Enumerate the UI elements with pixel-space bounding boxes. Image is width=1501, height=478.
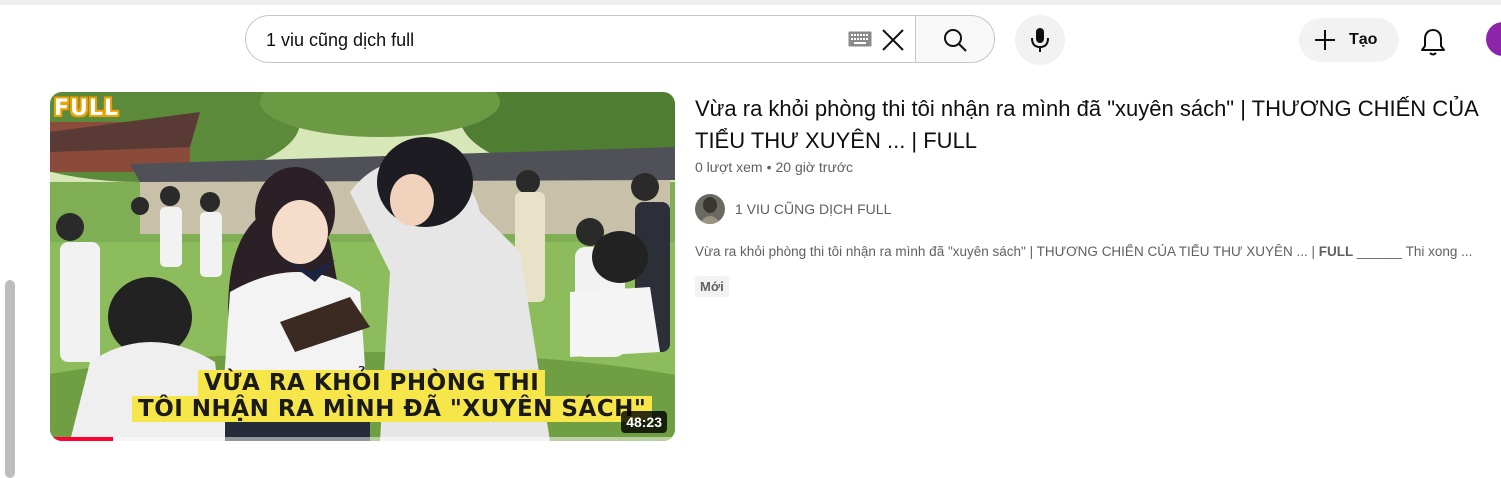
view-count: 0 lượt xem [695,159,763,175]
bell-icon[interactable] [1415,24,1451,60]
video-metadata: 0 lượt xem • 20 giờ trước [695,159,853,175]
new-badge: Mới [695,276,729,297]
thumbnail-caption-line1: VỪA RA KHỎI PHÒNG THI [198,370,546,396]
keyboard-icon[interactable] [848,31,872,47]
upload-age: 20 giờ trước [775,159,854,175]
description-bold: FULL [1318,244,1354,259]
close-icon[interactable] [878,25,908,55]
voice-search-button[interactable] [1015,15,1065,65]
search-button[interactable] [915,15,995,63]
watch-progress-bar [50,437,675,441]
duration-badge: 48:23 [621,411,667,433]
search-input[interactable] [266,28,826,52]
watch-progress-fill [50,437,113,441]
description-suffix: ______ Thi xong ... [1353,244,1473,259]
create-button[interactable]: Tạo [1299,18,1399,62]
scrollbar-thumb[interactable] [5,280,15,478]
channel-avatar-image [695,194,725,224]
video-title[interactable]: Vừa ra khỏi phòng thi tôi nhận ra mình đ… [695,93,1495,157]
create-label: Tạo [1349,31,1378,48]
meta-separator: • [766,159,772,175]
description-prefix: Vừa ra khỏi phòng thi tôi nhận ra mình đ… [695,244,1319,259]
search-icon [944,29,967,52]
channel-name[interactable]: 1 VIU CŨNG DỊCH FULL [735,201,891,217]
thumbnail-full-tag: FULL [54,96,119,121]
channel-avatar[interactable] [695,194,725,224]
video-thumbnail[interactable]: FULL VỪA RA KHỎI PHÒNG THI TÔI NHẬN RA M… [50,92,675,441]
video-description-snippet: Vừa ra khỏi phòng thi tôi nhận ra mình đ… [695,244,1501,259]
mic-icon [1031,28,1049,52]
plus-icon [1315,30,1335,50]
search-box [245,15,915,63]
thumbnail-caption-line2: TÔI NHẬN RA MÌNH ĐÃ "XUYÊN SÁCH" [132,396,653,422]
